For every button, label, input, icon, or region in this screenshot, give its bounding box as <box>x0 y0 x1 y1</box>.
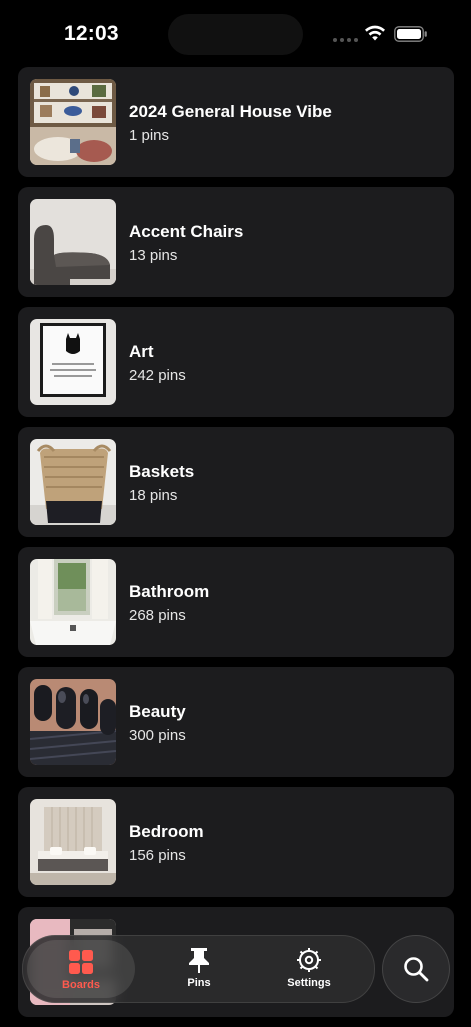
tab-settings[interactable]: Settings <box>259 936 359 1002</box>
board-card[interactable]: Art 242 pins <box>18 307 454 417</box>
board-thumbnail <box>30 79 116 165</box>
tab-label: Boards <box>62 979 100 991</box>
board-thumbnail <box>30 199 116 285</box>
board-card[interactable]: 2024 General House Vibe 1 pins <box>18 67 454 177</box>
boards-grid-icon <box>69 950 93 974</box>
board-title: 2024 General House Vibe <box>129 102 332 121</box>
board-thumbnail <box>30 799 116 885</box>
gear-icon <box>297 948 321 972</box>
status-bar: 12:03 <box>0 0 471 66</box>
board-pin-count: 268 pins <box>129 607 186 624</box>
tab-label: Pins <box>187 977 211 989</box>
board-thumbnail <box>30 679 116 765</box>
board-title: Art <box>129 342 154 361</box>
board-card[interactable]: Accent Chairs 13 pins <box>18 187 454 297</box>
board-title: Bedroom <box>129 822 204 841</box>
board-thumbnail <box>30 559 116 645</box>
board-pin-count: 1 pins <box>129 127 170 144</box>
wifi-icon <box>365 25 385 41</box>
board-title: Bathroom <box>129 582 210 601</box>
board-pin-count: 13 pins <box>129 247 178 264</box>
tab-bar: Boards Pins Settings <box>22 935 375 1003</box>
board-card[interactable]: Baskets 18 pins <box>18 427 454 537</box>
board-thumbnail <box>30 319 116 405</box>
board-title: Baskets <box>129 462 195 481</box>
dynamic-island <box>168 14 303 55</box>
tab-label: Settings <box>287 977 331 989</box>
boards-list: 2024 General House Vibe 1 pins Accent Ch… <box>18 67 454 1027</box>
search-button[interactable] <box>382 935 450 1003</box>
board-card[interactable]: Bedroom 156 pins <box>18 787 454 897</box>
board-pin-count: 156 pins <box>129 847 186 864</box>
tab-boards[interactable]: Boards <box>27 940 135 998</box>
battery-icon <box>394 26 427 42</box>
board-pin-count: 300 pins <box>129 727 186 744</box>
cellular-signal-icon <box>333 38 358 42</box>
board-card[interactable]: Beauty 300 pins <box>18 667 454 777</box>
tab-pins[interactable]: Pins <box>149 936 249 1002</box>
board-title: Accent Chairs <box>129 222 244 241</box>
pushpin-icon <box>189 948 209 973</box>
status-time: 12:03 <box>64 22 119 45</box>
board-thumbnail <box>30 439 116 525</box>
board-pin-count: 18 pins <box>129 487 178 504</box>
board-card[interactable]: Bathroom 268 pins <box>18 547 454 657</box>
board-pin-count: 242 pins <box>129 367 186 384</box>
board-title: Beauty <box>129 702 186 721</box>
search-icon <box>404 957 429 982</box>
